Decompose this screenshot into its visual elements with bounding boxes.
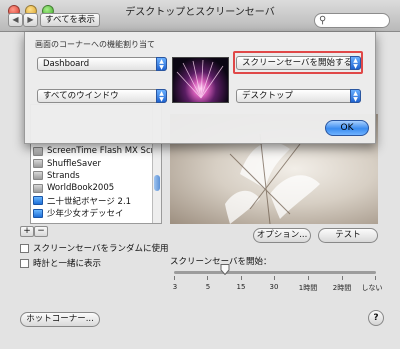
options-button[interactable]: オプション... (253, 228, 311, 243)
popup-arrows-icon: ▲ ▼ (156, 57, 167, 71)
show-all-button[interactable]: すべてを表示 (40, 13, 100, 27)
clock-checkbox-row[interactable]: 時計と一緒に表示 (20, 257, 101, 269)
slider-ticks (174, 276, 376, 281)
popup-value: Dashboard (43, 59, 90, 69)
bottom-left-corner-popup[interactable]: すべてのウインドウ ▲ ▼ (37, 89, 167, 103)
gray-saver-icon (33, 183, 43, 193)
hot-corners-sheet: 画面のコーナーへの機能割り当て Dashboard ▲ ▼ スクリーンセーバを開始… (24, 32, 376, 144)
list-item-label: Strands (47, 170, 80, 181)
list-item[interactable]: ShuffleSaver (31, 157, 153, 169)
random-checkbox-row[interactable]: スクリーンセーバをランダムに使用 (20, 242, 169, 254)
list-item[interactable]: 二十世紀ボヤージ 2.1 (31, 195, 153, 207)
top-left-corner-popup[interactable]: Dashboard ▲ ▼ (37, 57, 167, 71)
tick-label: 3 (172, 283, 178, 291)
remove-saver-button[interactable]: − (34, 226, 48, 237)
list-item[interactable]: 少年少女オデッセイ (31, 207, 153, 219)
random-label: スクリーンセーバをランダムに使用 (33, 244, 169, 254)
window-title: デスクトップとスクリーンセーバ (125, 7, 275, 18)
list-item-label: 少年少女オデッセイ (47, 209, 124, 220)
sheet-title: 画面のコーナーへの機能割り当て (35, 40, 155, 49)
scrollbar-thumb[interactable] (154, 175, 160, 191)
list-item[interactable]: Strands (31, 170, 153, 182)
list-item[interactable]: ScreenTime Flash MX Scr... (31, 145, 161, 157)
clock-checkbox[interactable] (20, 258, 29, 268)
ok-button[interactable]: OK (325, 120, 369, 136)
search-icon: ⚲ (319, 15, 327, 26)
bottom-right-corner-popup[interactable]: デスクトップ ▲ ▼ (236, 89, 361, 103)
popup-arrows-icon: ▲ ▼ (156, 89, 167, 103)
highlight-box (233, 51, 363, 74)
hot-corners-button[interactable]: ホットコーナー... (20, 312, 100, 327)
tick-label: しない (361, 284, 383, 292)
popup-value: デスクトップ (242, 91, 294, 101)
gray-saver-icon (33, 159, 43, 169)
tick-label: 1時間 (298, 284, 318, 292)
list-item-label: WorldBook2005 (47, 183, 115, 194)
title-bar: デスクトップとスクリーンセーバ ◀ ▶ すべてを表示 ⚲ (0, 0, 400, 32)
forward-button[interactable]: ▶ (23, 13, 38, 27)
clock-label: 時計と一緒に表示 (33, 259, 102, 269)
back-button[interactable]: ◀ (8, 13, 23, 27)
start-slider-track[interactable] (174, 271, 376, 274)
gray-saver-icon (33, 146, 43, 156)
blue-saver-icon (33, 208, 43, 218)
blue-saver-icon (33, 196, 43, 206)
list-item-label: ShuffleSaver (47, 158, 101, 169)
screen-preview-thumbnail (172, 57, 229, 103)
start-slider-knob[interactable] (220, 264, 230, 275)
popup-value: すべてのウインドウ (43, 91, 119, 101)
gray-saver-icon (33, 171, 43, 181)
aurora-icon (176, 59, 224, 99)
help-button[interactable]: ? (368, 310, 384, 326)
list-item-label: 二十世紀ボヤージ 2.1 (47, 196, 132, 207)
tick-label: 30 (269, 283, 279, 291)
test-button[interactable]: テスト (318, 228, 378, 243)
list-item[interactable]: WorldBook2005 (31, 182, 153, 194)
random-checkbox[interactable] (20, 243, 29, 253)
tick-label: 15 (236, 283, 246, 291)
list-item-label: ScreenTime Flash MX Scr... (47, 146, 162, 157)
tick-label: 2時間 (332, 284, 352, 292)
search-input[interactable]: ⚲ (314, 13, 390, 28)
tick-label: 5 (205, 283, 211, 291)
popup-arrows-icon: ▲ ▼ (350, 89, 361, 103)
add-saver-button[interactable]: + (20, 226, 34, 237)
